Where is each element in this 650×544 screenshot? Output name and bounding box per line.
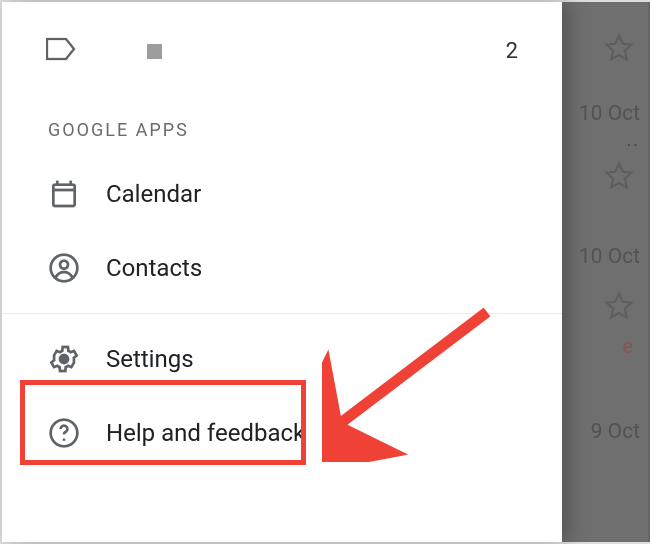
divider <box>2 313 562 314</box>
sidebar-item-settings[interactable]: Settings <box>2 322 562 396</box>
sidebar-item-label: Settings <box>106 345 194 373</box>
sidebar-item-help[interactable]: Help and feedback <box>2 396 562 470</box>
legend-swatch <box>104 44 119 59</box>
contact-icon <box>48 252 106 284</box>
sidebar-item-label: Contacts <box>106 254 202 282</box>
sidebar-label-row[interactable]: 2 <box>2 24 562 78</box>
calendar-icon <box>48 178 106 210</box>
navigation-drawer: 2 GOOGLE APPS Calendar Contacts Settings… <box>2 2 562 542</box>
gear-icon <box>48 343 106 375</box>
help-icon <box>48 417 106 449</box>
mail-list-background: 10 Oct .. 10 Oct e 9 Oct <box>560 2 650 542</box>
sidebar-item-label: Calendar <box>106 180 201 208</box>
legend-swatch <box>147 44 162 59</box>
sidebar-item-calendar[interactable]: Calendar <box>2 157 562 231</box>
section-header-google-apps: GOOGLE APPS <box>2 78 562 157</box>
sidebar-item-contacts[interactable]: Contacts <box>2 231 562 305</box>
label-count: 2 <box>506 39 518 64</box>
label-icon <box>46 37 76 65</box>
sidebar-item-label: Help and feedback <box>106 419 305 447</box>
